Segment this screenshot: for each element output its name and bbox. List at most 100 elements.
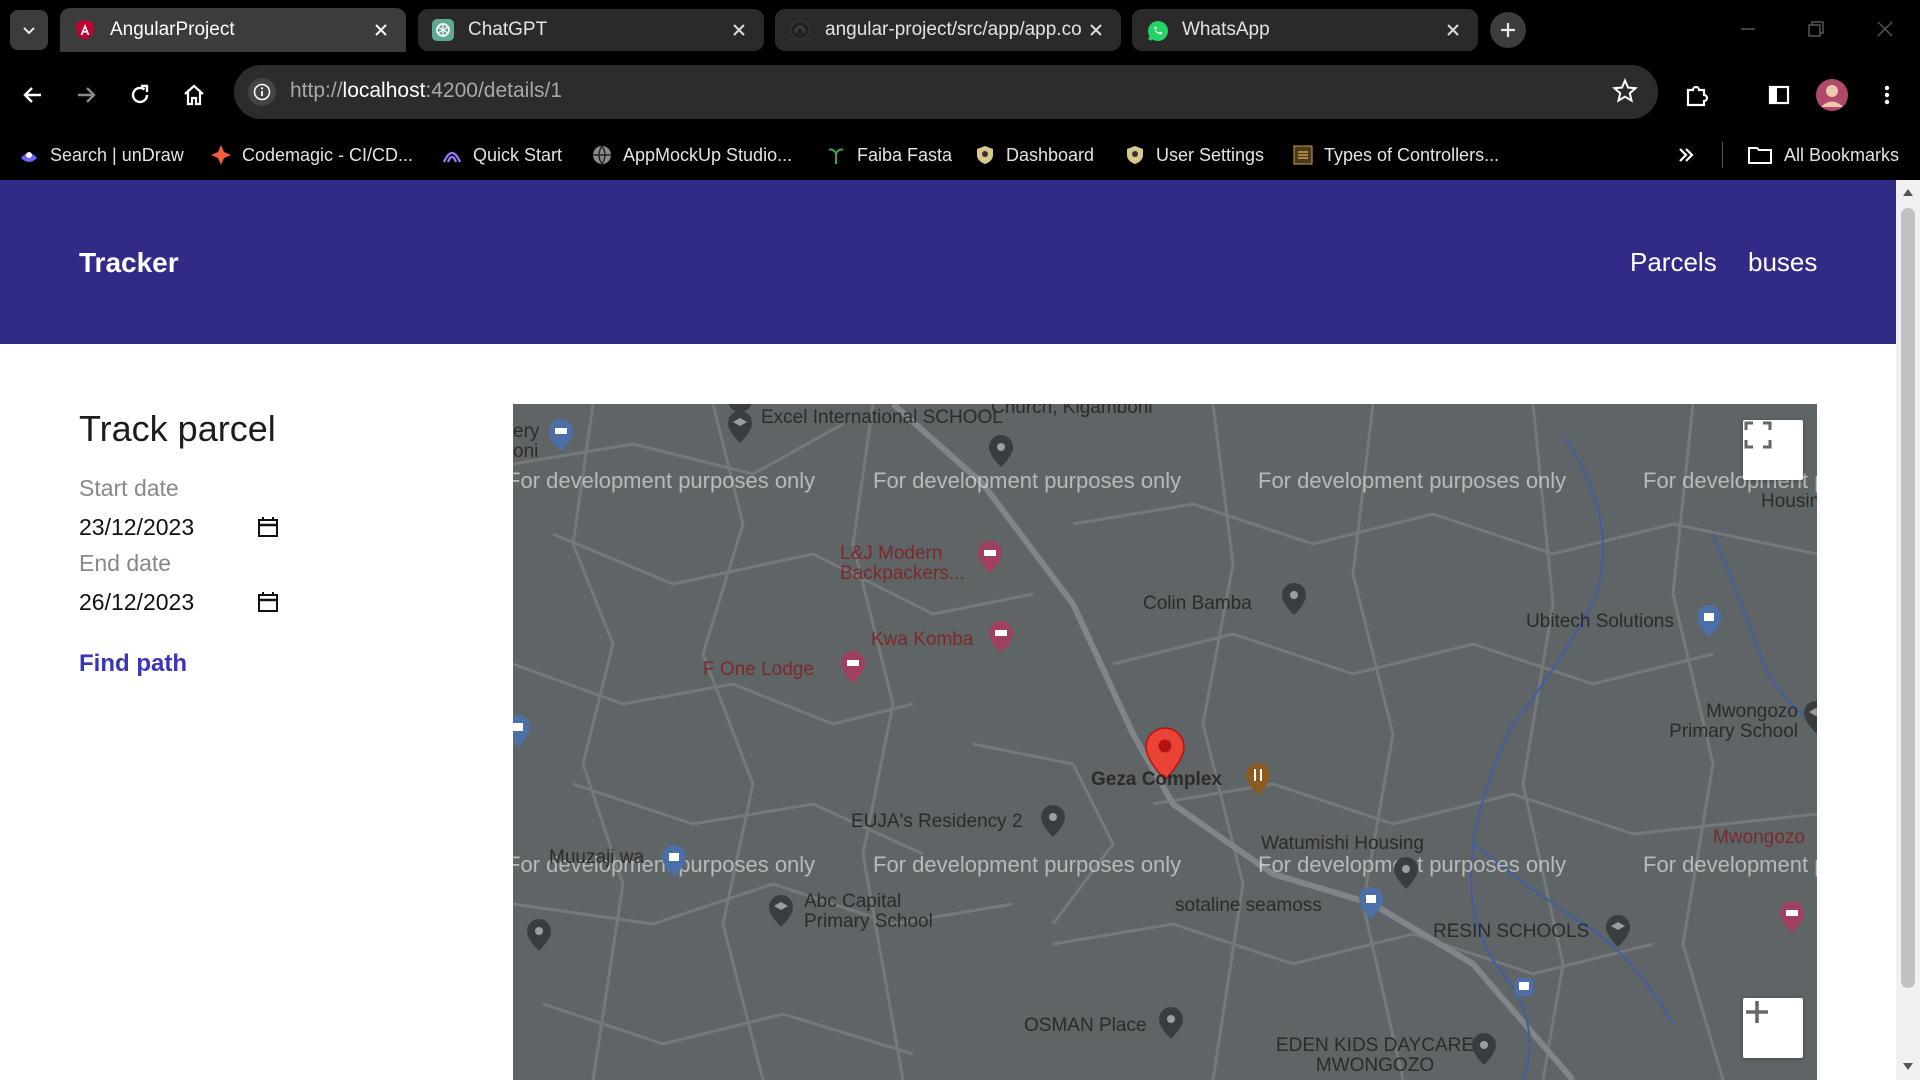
e4u-icon	[1292, 144, 1314, 166]
close-icon[interactable]	[370, 19, 392, 41]
place-label: EDEN KIDS DAYCARE MWONGOZO	[1275, 1035, 1475, 1076]
place-label: Kwa Komba	[871, 629, 974, 650]
profile-avatar[interactable]	[1813, 76, 1851, 114]
pin-icon	[989, 435, 1013, 467]
double-chevron-right-icon	[1679, 148, 1694, 162]
browser-tab-strip: AngularProject ChatGPT angular-project/s…	[0, 0, 1920, 60]
place-label: ery oni	[513, 421, 540, 462]
place-label: Abc Capital Primary School	[804, 891, 933, 932]
pin-icon	[1041, 805, 1065, 837]
tab-chatgpt[interactable]: ChatGPT	[418, 9, 764, 51]
tab-whatsapp[interactable]: WhatsApp	[1132, 9, 1478, 51]
url-text[interactable]: http://localhost:4200/details/1	[290, 79, 562, 103]
place-label: F One Lodge	[703, 659, 814, 680]
close-icon[interactable]	[728, 19, 750, 41]
restore-icon	[1808, 21, 1824, 37]
new-tab-button[interactable]	[1490, 12, 1526, 48]
fullscreen-icon	[1744, 421, 1772, 449]
calendar-icon[interactable]	[257, 516, 279, 538]
map-view[interactable]: For development purposes only For develo…	[513, 404, 1817, 1080]
nav-buses[interactable]: buses	[1748, 247, 1817, 278]
bookmark-star-icon[interactable]	[1612, 77, 1638, 109]
business-pin-icon	[513, 715, 530, 747]
scrollbar-thumb[interactable]	[1901, 208, 1915, 988]
tab-github[interactable]: angular-project/src/app/app.co	[775, 9, 1121, 51]
whatsapp-icon	[1146, 19, 1168, 41]
chatgpt-icon	[432, 19, 454, 41]
place-label: L&J Modern Backpackers...	[840, 543, 965, 584]
home-button[interactable]	[175, 76, 213, 114]
school-pin-icon	[769, 895, 793, 927]
quickstart-icon	[441, 144, 463, 166]
reload-icon	[131, 84, 149, 104]
faiba-icon	[825, 144, 847, 166]
undraw-icon	[18, 144, 40, 166]
bookmark-user-settings[interactable]: User Settings	[1124, 140, 1264, 170]
tab-search-button[interactable]	[10, 10, 48, 50]
place-label: Geza Complex	[1091, 769, 1222, 790]
browser-menu-button[interactable]	[1868, 76, 1906, 114]
find-path-button[interactable]: Find path	[79, 650, 187, 678]
end-date-value: 26/12/2023	[79, 588, 195, 615]
bookmark-types-of-controllers[interactable]: Types of Controllers...	[1292, 140, 1499, 170]
tab-angularproject[interactable]: AngularProject	[60, 8, 406, 52]
pin-icon	[1159, 1007, 1183, 1039]
end-date-input[interactable]: 26/12/2023	[79, 582, 279, 622]
place-label: sotaline seamoss	[1175, 895, 1322, 916]
bookmark-dashboard[interactable]: Dashboard	[974, 140, 1094, 170]
all-bookmarks-button[interactable]: All Bookmarks	[1746, 140, 1899, 170]
business-pin-icon	[1359, 887, 1383, 919]
close-icon[interactable]	[1442, 19, 1464, 41]
site-info-icon[interactable]	[248, 78, 276, 106]
dev-watermark: For development purposes only	[1258, 468, 1567, 493]
zoom-in-button[interactable]	[1743, 998, 1803, 1058]
brand-title[interactable]: Tracker	[79, 247, 179, 279]
forward-button[interactable]	[67, 76, 105, 114]
hotel-pin-icon	[841, 651, 865, 683]
close-window-button[interactable]	[1870, 14, 1900, 44]
dev-watermark: For development purposes only	[513, 468, 816, 493]
dev-watermark: For development purposes only	[873, 852, 1182, 877]
scroll-up-icon[interactable]	[1902, 187, 1914, 197]
place-label: Muuzaji wa	[549, 847, 645, 868]
place-label: Mwongozo Primary School	[1669, 701, 1798, 742]
bookmark-appmockup[interactable]: AppMockUp Studio...	[591, 140, 792, 170]
restore-button[interactable]	[1801, 14, 1831, 44]
page-viewport: Tracker Parcels buses Track parcel Start…	[0, 180, 1896, 1080]
close-icon[interactable]	[1085, 19, 1107, 41]
tab-label: angular-project/src/app/app.co	[825, 19, 1082, 40]
more-bookmarks-button[interactable]	[1676, 140, 1696, 170]
app-header: Tracker Parcels buses	[0, 180, 1896, 344]
start-date-input[interactable]: 23/12/2023	[79, 507, 279, 547]
bookmark-codemagic[interactable]: Codemagic - CI/CD...	[210, 140, 413, 170]
dev-watermark: For development purposes only	[873, 468, 1182, 493]
settings-bookmark-icon	[1124, 144, 1146, 166]
nav-parcels[interactable]: Parcels	[1630, 247, 1717, 278]
bookmark-quick-start[interactable]: Quick Start	[441, 140, 562, 170]
bookmark-undraw[interactable]: Search | unDraw	[18, 140, 184, 170]
minimize-button[interactable]	[1733, 14, 1763, 44]
start-date-value: 23/12/2023	[79, 513, 195, 540]
place-label: OSMAN Place	[1024, 1015, 1147, 1036]
pin-icon	[1394, 857, 1418, 889]
minimize-icon	[1741, 28, 1755, 30]
side-panel-button[interactable]	[1760, 76, 1798, 114]
arrow-right-icon	[78, 87, 96, 103]
hotel-pin-icon	[978, 541, 1002, 573]
scroll-down-icon[interactable]	[1902, 1062, 1914, 1072]
tab-label: AngularProject	[110, 19, 235, 40]
place-label: Housin	[1761, 491, 1817, 512]
school-pin-icon	[1606, 915, 1630, 947]
end-date-label: End date	[79, 550, 172, 576]
page-scrollbar[interactable]	[1896, 180, 1920, 1080]
plus-icon	[1746, 1001, 1768, 1023]
extensions-button[interactable]	[1678, 76, 1716, 114]
bookmark-faiba[interactable]: Faiba Fasta	[825, 140, 952, 170]
reload-button[interactable]	[121, 76, 159, 114]
place-label: RESIN SCHOOLS	[1433, 921, 1590, 942]
address-bar[interactable]: http://localhost:4200/details/1	[234, 65, 1658, 119]
fullscreen-button[interactable]	[1743, 420, 1803, 480]
back-button[interactable]	[14, 76, 52, 114]
github-icon	[789, 19, 811, 41]
calendar-icon[interactable]	[257, 591, 279, 613]
